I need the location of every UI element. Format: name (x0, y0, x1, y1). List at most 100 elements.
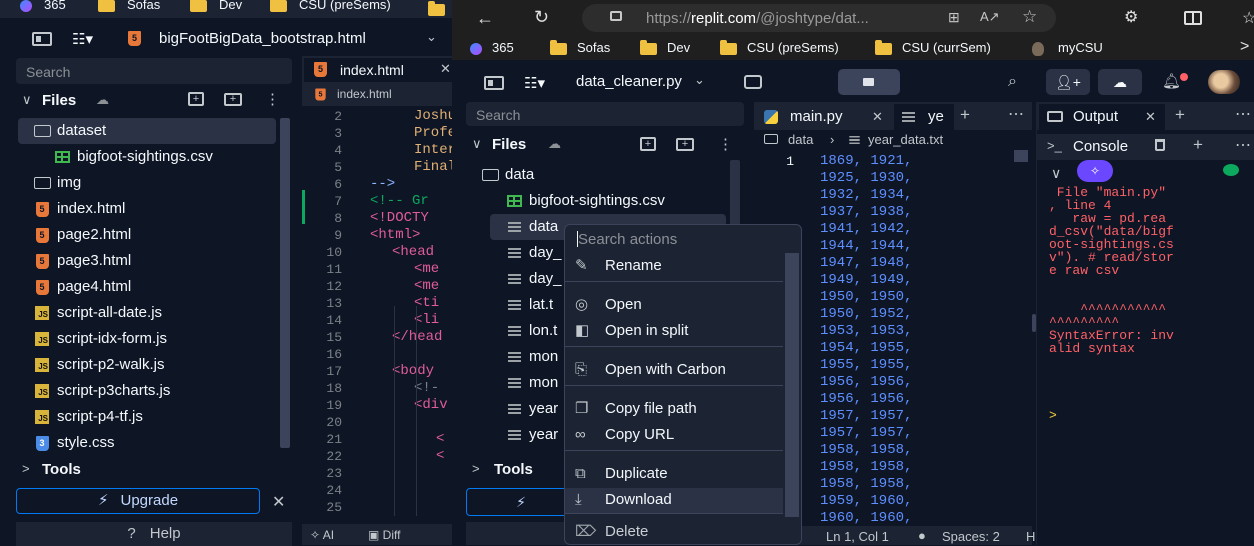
file-title[interactable]: data_cleaner.py (576, 73, 682, 90)
files-label[interactable]: Files (42, 92, 76, 109)
trash-icon[interactable] (1155, 139, 1165, 151)
tree-item[interactable]: year (502, 396, 558, 422)
menu-item-download[interactable]: ⤓ Download (575, 487, 672, 513)
pane-divider-handle[interactable] (1032, 314, 1036, 332)
bookmark-csu-currsem[interactable]: CSU (currSem) (875, 39, 991, 56)
tree-item[interactable]: JS script-p2-walk.js (30, 352, 165, 378)
add-tab-icon[interactable]: + (960, 105, 970, 125)
search-actions-input[interactable]: Search actions (565, 225, 801, 253)
sidebar-toggle-icon[interactable] (32, 32, 52, 46)
bookmark-mycsu[interactable]: myCSU (1032, 40, 1103, 56)
menu-item-open[interactable]: ◎ Open (575, 292, 642, 318)
close-icon[interactable]: ✕ (1145, 109, 1156, 125)
tab-year-data[interactable]: ye (894, 104, 954, 130)
bookmark-sofas[interactable]: Sofas (98, 0, 160, 12)
ai-button[interactable]: ✧ AI (310, 528, 334, 542)
tree-item[interactable]: JS script-p3charts.js (30, 378, 170, 404)
tree-item[interactable]: lat.t (502, 292, 553, 318)
chevron-down-icon[interactable]: ⌄ (426, 29, 437, 45)
console-prompt[interactable]: > (1049, 408, 1057, 423)
extensions-icon[interactable]: ⚙ (1124, 7, 1138, 27)
chevron-right-icon[interactable]: > (1240, 38, 1249, 56)
chevron-right-icon[interactable]: > (472, 461, 480, 476)
file-title[interactable]: bigFootBigData_bootstrap.html (159, 30, 366, 47)
files-label[interactable]: Files (492, 136, 526, 153)
bookmark-dev[interactable]: Dev (640, 39, 690, 56)
upgrade-button[interactable]: ⚡︎ (466, 488, 576, 516)
tree-item[interactable]: JS script-all-date.js (30, 300, 162, 326)
favorite-star-icon[interactable]: ☆ (1022, 7, 1037, 27)
tree-item[interactable]: mon (502, 344, 558, 370)
bookmark-sofas[interactable]: Sofas (550, 39, 610, 56)
cursor-position[interactable]: Ln 1, Col 1 (826, 529, 889, 544)
refresh-icon[interactable]: ↻ (534, 7, 549, 28)
new-file-icon[interactable]: + (640, 137, 656, 151)
layout-menu-icon[interactable]: ☷▾ (72, 30, 93, 48)
tree-item[interactable]: 5 index.html (30, 196, 125, 222)
tree-item[interactable]: JS script-p4-tf.js (30, 404, 143, 430)
close-icon[interactable]: ✕ (872, 109, 883, 125)
tree-item[interactable]: 5 page2.html (30, 222, 131, 248)
lock-icon[interactable] (610, 11, 622, 21)
tab-console[interactable]: >_ Console (1039, 134, 1175, 160)
sidebar-toggle-icon[interactable] (484, 76, 504, 90)
more-tabs-icon[interactable]: ⋯ (1235, 135, 1251, 155)
chevron-down-icon[interactable]: ∨ (472, 136, 482, 152)
tree-item[interactable]: day_ (502, 240, 562, 266)
editor-body[interactable]: 2 Joshu 3 Profe 4 Inter 5 Final 6 --> 7 <!-- Gr 8 <!D… (302, 106, 452, 524)
invite-button[interactable]: 👤︎+ (1046, 69, 1090, 95)
new-folder-icon[interactable]: + (224, 93, 242, 106)
more-tabs-icon[interactable]: ⋯ (1235, 104, 1251, 124)
search-icon[interactable]: ⌕ (1008, 73, 1017, 91)
tree-item[interactable]: 3 style.css (30, 430, 115, 456)
help-button[interactable] (466, 522, 576, 545)
favorites-icon[interactable]: ☆ (1242, 8, 1254, 28)
address-bar[interactable]: https://replit.com/@joshtype/dat... ⊞ A↗… (582, 4, 1056, 32)
more-tabs-icon[interactable]: ⋯ (1008, 104, 1024, 124)
bookmark-csu-presems[interactable]: CSU (preSems) (270, 0, 391, 12)
scrollbar[interactable] (1014, 150, 1028, 162)
bookmark-csu-presems[interactable]: CSU (preSems) (720, 39, 839, 56)
apps-icon[interactable]: ⊞ (948, 9, 960, 26)
search-input[interactable]: Search (466, 102, 744, 126)
tree-item[interactable]: data (478, 162, 534, 188)
menu-item-open-with-carbon[interactable]: ⎘ Open with Carbon (575, 357, 726, 383)
search-input[interactable]: Search (16, 58, 292, 84)
menu-item-copy-url[interactable]: ∞ Copy URL (575, 422, 674, 448)
deploy-button[interactable]: ☁ (1098, 69, 1142, 95)
diff-button[interactable]: ▣ Diff (368, 528, 400, 542)
help-button[interactable]: ? Help (16, 522, 292, 546)
scrollbar[interactable] (280, 118, 290, 448)
tree-item[interactable]: data (502, 214, 558, 240)
tree-item[interactable]: lon.t (502, 318, 557, 344)
menu-item-copy-file-path[interactable]: ❐ Copy file path (575, 396, 697, 422)
scrollbar[interactable] (785, 253, 799, 517)
more-options-icon[interactable]: ⋮ (718, 135, 733, 153)
add-tab-icon[interactable]: + (1175, 105, 1185, 125)
tree-item[interactable]: img (30, 170, 81, 196)
menu-item-delete[interactable]: ⌦ Delete (575, 519, 648, 544)
bookmark-365[interactable]: 365 (20, 0, 66, 12)
avatar[interactable] (1208, 70, 1240, 94)
ai-assist-button[interactable]: ✧ (1077, 160, 1113, 182)
tree-item[interactable]: dataset (30, 118, 106, 144)
indent-setting[interactable]: Spaces: 2 (942, 529, 1000, 544)
back-icon[interactable]: ← (476, 8, 494, 29)
read-aloud-icon[interactable]: A↗ (980, 9, 1000, 25)
tab-output[interactable]: Output ✕ (1039, 104, 1165, 130)
run-button[interactable] (838, 69, 900, 95)
tab-main-py[interactable]: main.py ✕ (756, 104, 890, 130)
breadcrumb-folder[interactable]: data (788, 132, 813, 147)
menu-item-duplicate[interactable]: ⧉ Duplicate (575, 461, 668, 487)
database-icon[interactable] (744, 75, 762, 89)
add-tab-icon[interactable]: + (1193, 135, 1203, 155)
new-folder-icon[interactable]: + (676, 138, 694, 151)
menu-item-rename[interactable]: ✎ Rename (575, 253, 662, 279)
more-options-icon[interactable]: ⋮ (265, 90, 280, 108)
tree-item[interactable]: JS script-idx-form.js (30, 326, 167, 352)
tree-item[interactable]: year (502, 422, 558, 448)
chevron-down-icon[interactable]: ∨ (22, 92, 32, 108)
breadcrumb-file[interactable]: year_data.txt (868, 132, 943, 147)
close-icon[interactable]: ✕ (272, 492, 285, 512)
chevron-down-icon[interactable]: ∨ (1051, 165, 1061, 182)
